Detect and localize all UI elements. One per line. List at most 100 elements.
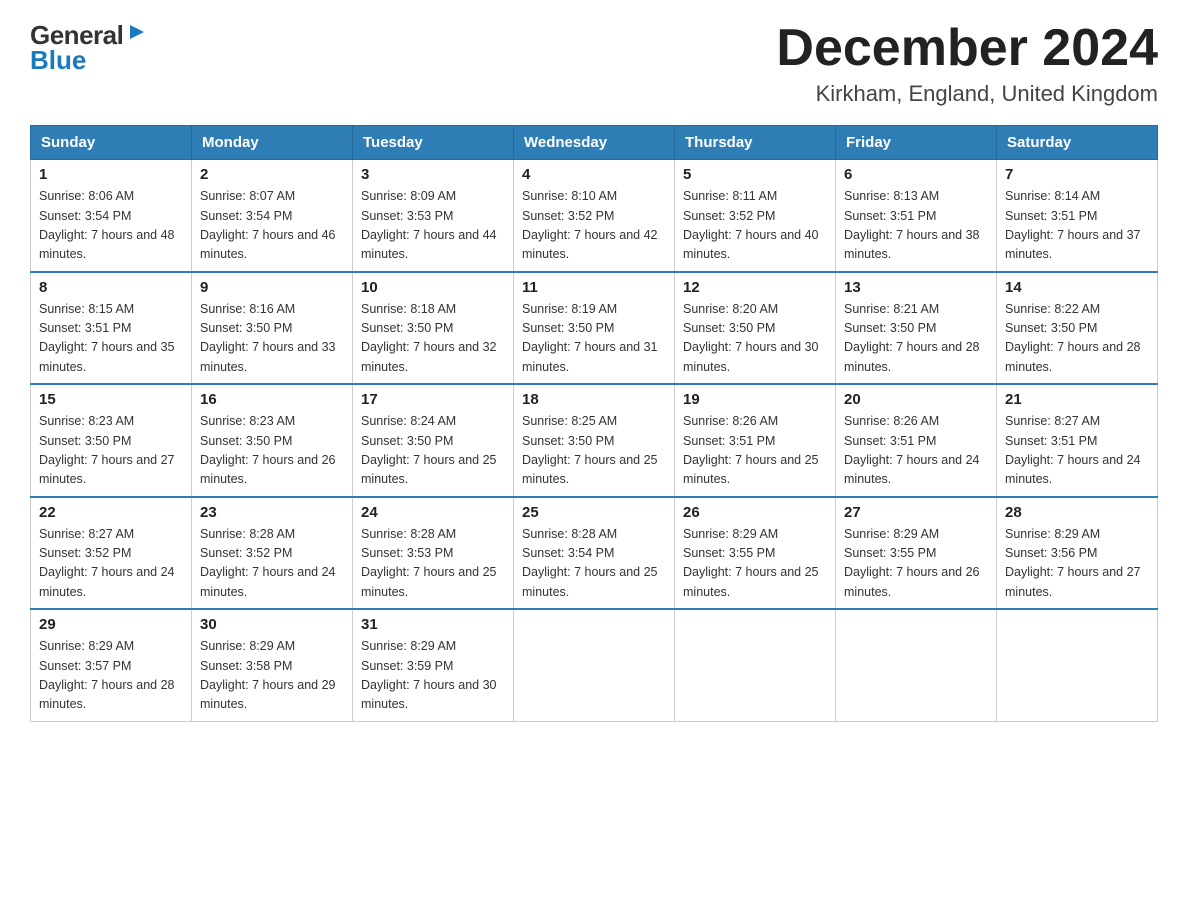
day-number: 11 <box>522 279 666 296</box>
day-number: 12 <box>683 279 827 296</box>
month-title: December 2024 <box>776 20 1158 77</box>
day-number: 25 <box>522 504 666 521</box>
day-info: Sunrise: 8:26 AMSunset: 3:51 PMDaylight:… <box>683 414 819 486</box>
day-number: 28 <box>1005 504 1149 521</box>
table-row: 1 Sunrise: 8:06 AMSunset: 3:54 PMDayligh… <box>31 160 192 272</box>
day-number: 21 <box>1005 391 1149 408</box>
logo-blue-text: Blue <box>30 47 86 73</box>
day-number: 19 <box>683 391 827 408</box>
calendar-header-row: Sunday Monday Tuesday Wednesday Thursday… <box>31 126 1158 160</box>
day-info: Sunrise: 8:11 AMSunset: 3:52 PMDaylight:… <box>683 189 819 261</box>
calendar-week-row: 15 Sunrise: 8:23 AMSunset: 3:50 PMDaylig… <box>31 384 1158 497</box>
day-info: Sunrise: 8:29 AMSunset: 3:55 PMDaylight:… <box>844 527 980 599</box>
day-info: Sunrise: 8:27 AMSunset: 3:52 PMDaylight:… <box>39 527 175 599</box>
day-info: Sunrise: 8:23 AMSunset: 3:50 PMDaylight:… <box>39 414 175 486</box>
day-number: 15 <box>39 391 183 408</box>
day-info: Sunrise: 8:09 AMSunset: 3:53 PMDaylight:… <box>361 189 497 261</box>
day-info: Sunrise: 8:21 AMSunset: 3:50 PMDaylight:… <box>844 302 980 374</box>
day-info: Sunrise: 8:15 AMSunset: 3:51 PMDaylight:… <box>39 302 175 374</box>
day-info: Sunrise: 8:23 AMSunset: 3:50 PMDaylight:… <box>200 414 336 486</box>
table-row: 29 Sunrise: 8:29 AMSunset: 3:57 PMDaylig… <box>31 609 192 721</box>
title-area: December 2024 Kirkham, England, United K… <box>776 20 1158 107</box>
day-number: 29 <box>39 616 183 633</box>
table-row: 17 Sunrise: 8:24 AMSunset: 3:50 PMDaylig… <box>353 384 514 497</box>
day-info: Sunrise: 8:18 AMSunset: 3:50 PMDaylight:… <box>361 302 497 374</box>
day-number: 10 <box>361 279 505 296</box>
col-thursday: Thursday <box>675 126 836 160</box>
table-row: 24 Sunrise: 8:28 AMSunset: 3:53 PMDaylig… <box>353 497 514 610</box>
table-row: 12 Sunrise: 8:20 AMSunset: 3:50 PMDaylig… <box>675 272 836 385</box>
day-info: Sunrise: 8:22 AMSunset: 3:50 PMDaylight:… <box>1005 302 1141 374</box>
table-row: 18 Sunrise: 8:25 AMSunset: 3:50 PMDaylig… <box>514 384 675 497</box>
logo-arrow-icon <box>126 21 148 48</box>
day-number: 20 <box>844 391 988 408</box>
day-info: Sunrise: 8:28 AMSunset: 3:54 PMDaylight:… <box>522 527 658 599</box>
day-number: 16 <box>200 391 344 408</box>
table-row: 4 Sunrise: 8:10 AMSunset: 3:52 PMDayligh… <box>514 160 675 272</box>
day-info: Sunrise: 8:10 AMSunset: 3:52 PMDaylight:… <box>522 189 658 261</box>
logo: General Blue <box>30 20 148 73</box>
day-number: 2 <box>200 166 344 183</box>
table-row <box>836 609 997 721</box>
day-info: Sunrise: 8:25 AMSunset: 3:50 PMDaylight:… <box>522 414 658 486</box>
day-info: Sunrise: 8:16 AMSunset: 3:50 PMDaylight:… <box>200 302 336 374</box>
day-info: Sunrise: 8:29 AMSunset: 3:57 PMDaylight:… <box>39 639 175 711</box>
day-number: 1 <box>39 166 183 183</box>
table-row: 20 Sunrise: 8:26 AMSunset: 3:51 PMDaylig… <box>836 384 997 497</box>
table-row: 21 Sunrise: 8:27 AMSunset: 3:51 PMDaylig… <box>997 384 1158 497</box>
table-row <box>997 609 1158 721</box>
table-row: 10 Sunrise: 8:18 AMSunset: 3:50 PMDaylig… <box>353 272 514 385</box>
day-number: 7 <box>1005 166 1149 183</box>
table-row: 14 Sunrise: 8:22 AMSunset: 3:50 PMDaylig… <box>997 272 1158 385</box>
day-number: 3 <box>361 166 505 183</box>
calendar-week-row: 8 Sunrise: 8:15 AMSunset: 3:51 PMDayligh… <box>31 272 1158 385</box>
day-number: 30 <box>200 616 344 633</box>
day-number: 13 <box>844 279 988 296</box>
day-info: Sunrise: 8:06 AMSunset: 3:54 PMDaylight:… <box>39 189 175 261</box>
table-row: 15 Sunrise: 8:23 AMSunset: 3:50 PMDaylig… <box>31 384 192 497</box>
day-number: 22 <box>39 504 183 521</box>
table-row: 23 Sunrise: 8:28 AMSunset: 3:52 PMDaylig… <box>192 497 353 610</box>
day-info: Sunrise: 8:26 AMSunset: 3:51 PMDaylight:… <box>844 414 980 486</box>
day-info: Sunrise: 8:24 AMSunset: 3:50 PMDaylight:… <box>361 414 497 486</box>
day-number: 6 <box>844 166 988 183</box>
table-row: 2 Sunrise: 8:07 AMSunset: 3:54 PMDayligh… <box>192 160 353 272</box>
day-info: Sunrise: 8:29 AMSunset: 3:59 PMDaylight:… <box>361 639 497 711</box>
col-saturday: Saturday <box>997 126 1158 160</box>
location-title: Kirkham, England, United Kingdom <box>776 81 1158 107</box>
calendar-week-row: 29 Sunrise: 8:29 AMSunset: 3:57 PMDaylig… <box>31 609 1158 721</box>
day-number: 31 <box>361 616 505 633</box>
table-row: 19 Sunrise: 8:26 AMSunset: 3:51 PMDaylig… <box>675 384 836 497</box>
day-number: 18 <box>522 391 666 408</box>
table-row: 30 Sunrise: 8:29 AMSunset: 3:58 PMDaylig… <box>192 609 353 721</box>
day-number: 26 <box>683 504 827 521</box>
day-number: 5 <box>683 166 827 183</box>
col-monday: Monday <box>192 126 353 160</box>
table-row: 8 Sunrise: 8:15 AMSunset: 3:51 PMDayligh… <box>31 272 192 385</box>
table-row: 25 Sunrise: 8:28 AMSunset: 3:54 PMDaylig… <box>514 497 675 610</box>
table-row: 11 Sunrise: 8:19 AMSunset: 3:50 PMDaylig… <box>514 272 675 385</box>
header: General Blue December 2024 Kirkham, Engl… <box>30 20 1158 107</box>
day-info: Sunrise: 8:07 AMSunset: 3:54 PMDaylight:… <box>200 189 336 261</box>
table-row: 9 Sunrise: 8:16 AMSunset: 3:50 PMDayligh… <box>192 272 353 385</box>
day-number: 9 <box>200 279 344 296</box>
col-wednesday: Wednesday <box>514 126 675 160</box>
table-row: 31 Sunrise: 8:29 AMSunset: 3:59 PMDaylig… <box>353 609 514 721</box>
table-row: 5 Sunrise: 8:11 AMSunset: 3:52 PMDayligh… <box>675 160 836 272</box>
day-number: 14 <box>1005 279 1149 296</box>
day-number: 24 <box>361 504 505 521</box>
day-number: 8 <box>39 279 183 296</box>
table-row: 7 Sunrise: 8:14 AMSunset: 3:51 PMDayligh… <box>997 160 1158 272</box>
table-row: 22 Sunrise: 8:27 AMSunset: 3:52 PMDaylig… <box>31 497 192 610</box>
day-info: Sunrise: 8:27 AMSunset: 3:51 PMDaylight:… <box>1005 414 1141 486</box>
table-row: 16 Sunrise: 8:23 AMSunset: 3:50 PMDaylig… <box>192 384 353 497</box>
calendar-week-row: 1 Sunrise: 8:06 AMSunset: 3:54 PMDayligh… <box>31 160 1158 272</box>
table-row <box>675 609 836 721</box>
day-number: 23 <box>200 504 344 521</box>
day-info: Sunrise: 8:29 AMSunset: 3:58 PMDaylight:… <box>200 639 336 711</box>
day-info: Sunrise: 8:13 AMSunset: 3:51 PMDaylight:… <box>844 189 980 261</box>
calendar-week-row: 22 Sunrise: 8:27 AMSunset: 3:52 PMDaylig… <box>31 497 1158 610</box>
table-row: 28 Sunrise: 8:29 AMSunset: 3:56 PMDaylig… <box>997 497 1158 610</box>
table-row: 27 Sunrise: 8:29 AMSunset: 3:55 PMDaylig… <box>836 497 997 610</box>
table-row: 13 Sunrise: 8:21 AMSunset: 3:50 PMDaylig… <box>836 272 997 385</box>
